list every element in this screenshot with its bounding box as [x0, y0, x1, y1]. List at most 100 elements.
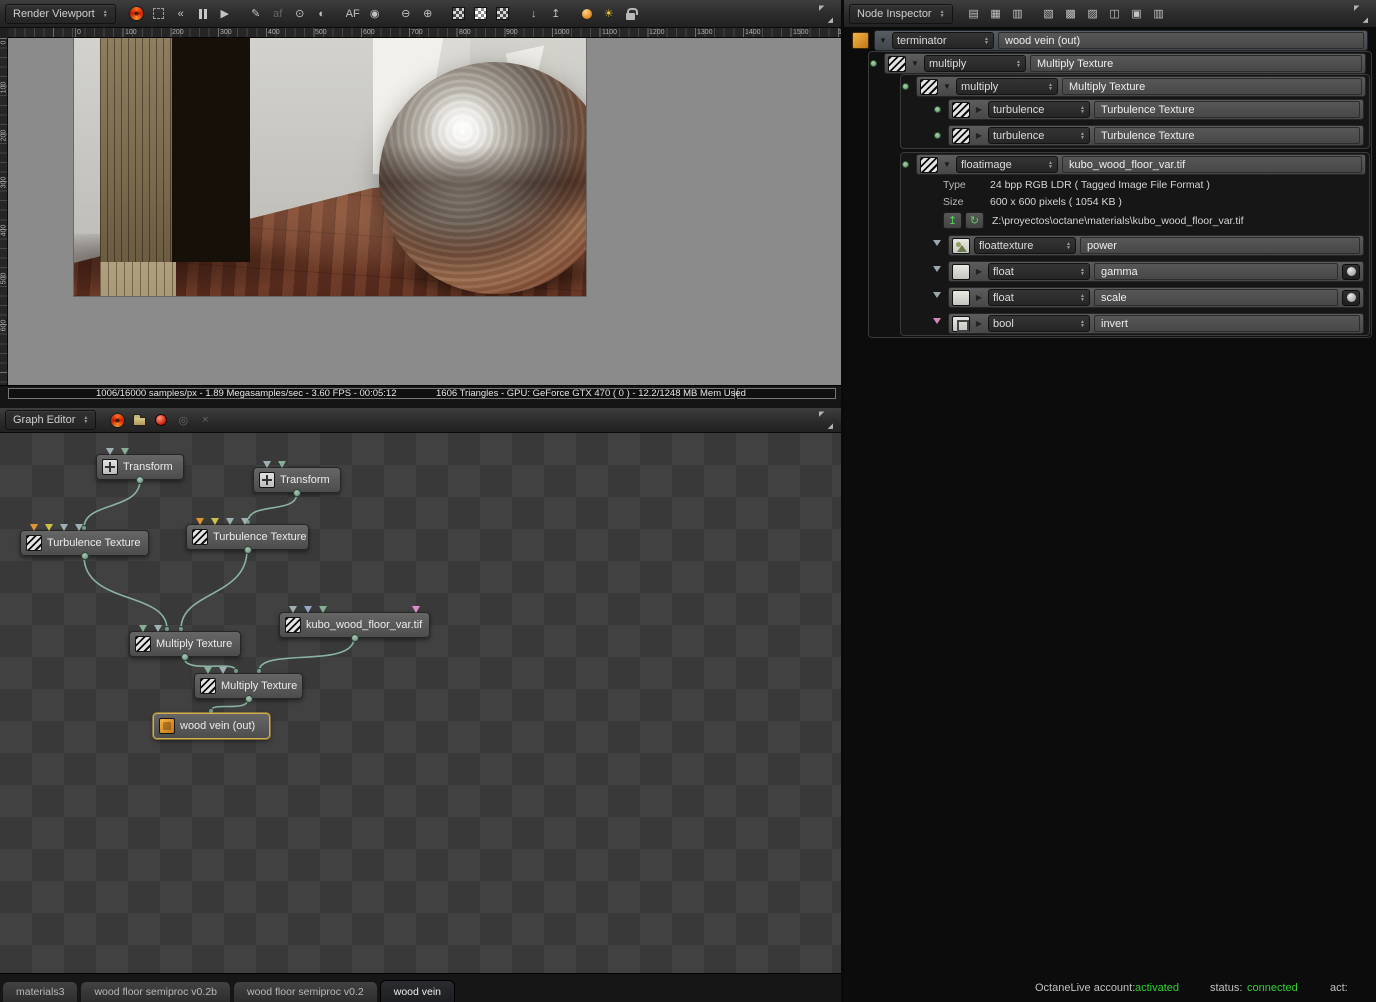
input-pin[interactable] — [45, 524, 53, 531]
node-type-dropdown[interactable]: floatimage ▲ ▼ — [956, 156, 1058, 173]
graph-node-multiply-1[interactable]: Multiply Texture — [129, 625, 241, 661]
collapse-icon[interactable]: ▼ — [942, 82, 952, 91]
graph-node-output-wood-vein[interactable]: wood vein (out) — [153, 713, 270, 739]
alpha-channel-icon[interactable] — [493, 4, 513, 24]
graph-node-transform-1[interactable]: Transform — [96, 448, 184, 484]
output-pin[interactable] — [244, 695, 253, 703]
node-name-field[interactable]: Multiply Texture — [1030, 55, 1362, 72]
node-type-dropdown[interactable]: terminator ▲ ▼ — [892, 32, 994, 49]
value-slider-knob[interactable] — [1342, 289, 1360, 306]
node-name-field[interactable]: Multiply Texture — [1062, 78, 1362, 95]
load-image-button[interactable]: ↥ — [943, 212, 962, 229]
tree-node-dot[interactable] — [934, 106, 941, 113]
tree-node-dot[interactable] — [902, 83, 909, 90]
inspector-row-power[interactable]: floattexture ▲ ▼ power — [948, 235, 1364, 256]
param-name-field[interactable]: invert — [1094, 315, 1360, 332]
input-pin[interactable] — [219, 667, 227, 674]
inspector-row-multiply-inner[interactable]: ▼ multiply ▲ ▼ Multiply Texture — [916, 76, 1366, 97]
inspector-row-multiply-outer[interactable]: ▼ multiply ▲ ▼ Multiply Texture — [884, 53, 1366, 74]
output-pin[interactable] — [181, 653, 189, 661]
zoom-out-button[interactable]: ⊖ — [396, 4, 416, 24]
new-node-icon[interactable]: ▦ — [986, 4, 1006, 24]
expand-icon[interactable]: ▶ — [974, 267, 984, 276]
input-pin[interactable] — [196, 518, 204, 525]
kernel-icon[interactable]: ▣ — [1127, 4, 1147, 24]
start-render-button[interactable]: ▶ — [215, 4, 235, 24]
fullscreen-icon[interactable] — [1351, 4, 1371, 24]
graph-node-turbulence-2[interactable]: Turbulence Texture — [186, 518, 309, 554]
expand-icon[interactable]: ▶ — [974, 131, 984, 140]
param-name-field[interactable]: power — [1080, 237, 1360, 254]
delete-node-icon[interactable]: × — [195, 410, 215, 430]
rendered-image[interactable] — [74, 38, 586, 296]
save-image-button[interactable]: ↓ — [524, 4, 544, 24]
expand-icon[interactable]: ▶ — [974, 319, 984, 328]
render-viewport-panel-dropdown[interactable]: Render Viewport ▲ ▼ — [5, 3, 116, 24]
sun-daylight-icon[interactable]: ☀ — [599, 4, 619, 24]
background-dark-icon[interactable] — [449, 4, 469, 24]
graph-editor-canvas[interactable]: Transform Transform Turbulence Texture T… — [0, 433, 841, 973]
inspector-row-scale[interactable]: ▶ float ▲ ▼ scale — [948, 287, 1364, 308]
input-pin[interactable] — [304, 606, 312, 613]
node-name-field[interactable]: Turbulence Texture — [1094, 127, 1360, 144]
inspector-row-terminator[interactable]: ▼ terminator ▲ ▼ wood vein (out) — [874, 30, 1368, 51]
input-pin[interactable] — [412, 606, 420, 613]
graph-editor-panel-dropdown[interactable]: Graph Editor ▲ ▼ — [5, 410, 97, 430]
reload-image-button[interactable]: ↻ — [965, 212, 984, 229]
input-pin[interactable] — [154, 625, 162, 632]
node-name-field[interactable]: wood vein (out) — [998, 32, 1364, 49]
inspector-row-invert[interactable]: ▶ bool ▲ ▼ invert — [948, 313, 1364, 334]
node-name-field[interactable]: Turbulence Texture — [1094, 101, 1360, 118]
tree-node-dot[interactable] — [934, 132, 941, 139]
environment-icon[interactable]: ▨ — [1083, 4, 1103, 24]
collapse-icon[interactable]: ▼ — [878, 36, 888, 45]
pick-white-balance-icon[interactable]: ◐ — [312, 4, 332, 24]
preview-icon[interactable]: ▥ — [1149, 4, 1169, 24]
render-viewport-canvas[interactable] — [8, 38, 841, 385]
pick-focus-icon[interactable]: ⊙ — [290, 4, 310, 24]
notes-icon[interactable]: ▤ — [964, 4, 984, 24]
input-pin[interactable] — [30, 524, 38, 531]
zoom-in-button[interactable]: ⊕ — [418, 4, 438, 24]
tree-collapse-arrow[interactable] — [933, 266, 941, 272]
input-pin[interactable] — [241, 518, 249, 525]
input-pin[interactable] — [139, 625, 147, 632]
tab-materials3[interactable]: materials3 — [2, 981, 79, 1002]
input-pin[interactable] — [106, 448, 114, 455]
background-bright-icon[interactable] — [471, 4, 491, 24]
region-render-icon[interactable] — [149, 4, 169, 24]
octane-logo-icon[interactable] — [127, 4, 147, 24]
fullscreen-icon[interactable] — [816, 410, 836, 430]
graph-node-turbulence-1[interactable]: Turbulence Texture — [20, 524, 149, 560]
value-slider-knob[interactable] — [1342, 263, 1360, 280]
param-type-dropdown[interactable]: floattexture ▲ ▼ — [974, 237, 1076, 254]
expand-icon[interactable]: ▶ — [974, 105, 984, 114]
tree-node-dot[interactable] — [870, 60, 877, 67]
graph-node-transform-2[interactable]: Transform — [253, 461, 341, 497]
param-name-field[interactable]: scale — [1094, 289, 1338, 306]
import-node-icon[interactable] — [129, 410, 149, 430]
input-pin[interactable] — [121, 448, 129, 455]
param-type-dropdown[interactable]: float ▲ ▼ — [988, 263, 1090, 280]
inspector-row-floatimage[interactable]: ▼ floatimage ▲ ▼ kubo_wood_floor_var.tif — [916, 154, 1366, 175]
render-target-icon[interactable]: ◎ — [173, 410, 193, 430]
output-pin[interactable] — [80, 552, 89, 560]
tree-node-dot[interactable] — [902, 161, 909, 168]
octane-logo-icon[interactable] — [107, 410, 127, 430]
inspector-row-turbulence-1[interactable]: ▶ turbulence ▲ ▼ Turbulence Texture — [948, 99, 1364, 120]
node-name-field[interactable]: kubo_wood_floor_var.tif — [1062, 156, 1362, 173]
input-pin[interactable] — [204, 667, 212, 674]
material-preview-icon[interactable]: ▧ — [1039, 4, 1059, 24]
collapse-icon[interactable]: ▼ — [910, 59, 920, 68]
node-type-dropdown[interactable]: turbulence ▲ ▼ — [988, 101, 1090, 118]
output-pin[interactable] — [243, 546, 252, 554]
input-pin[interactable] — [226, 518, 234, 525]
camera-lock-icon[interactable]: ◉ — [365, 4, 385, 24]
tree-collapse-arrow[interactable] — [933, 240, 941, 246]
copy-image-button[interactable]: ↥ — [546, 4, 566, 24]
expand-icon[interactable]: ▶ — [974, 293, 984, 302]
input-pin[interactable] — [289, 606, 297, 613]
graph-node-image-texture[interactable]: kubo_wood_floor_var.tif — [279, 606, 430, 642]
texture-preview-icon[interactable]: ▩ — [1061, 4, 1081, 24]
tree-collapse-arrow[interactable] — [933, 318, 941, 324]
